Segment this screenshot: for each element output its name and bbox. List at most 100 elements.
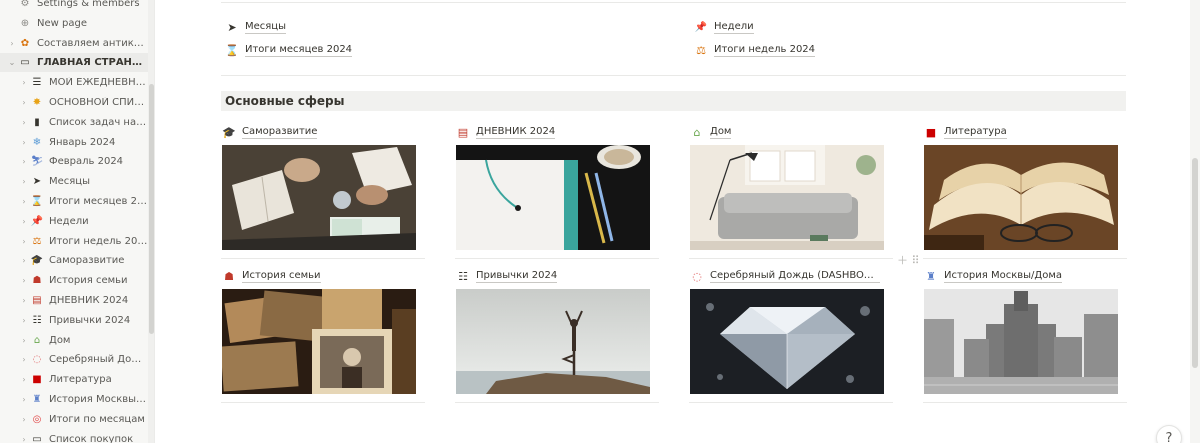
building-icon: ♜: [926, 269, 936, 283]
chevron-right-icon[interactable]: ›: [18, 197, 30, 206]
sidebar-item[interactable]: › ⌂ Дом: [0, 331, 148, 350]
chevron-right-icon[interactable]: ›: [18, 415, 30, 424]
family-icon: ☗: [32, 275, 42, 287]
chevron-right-icon[interactable]: ›: [18, 217, 30, 226]
card-silver-rain-dashboard[interactable]: ◌ Серебряный Дождь (DASHBOA…: [690, 267, 885, 394]
chevron-right-icon[interactable]: ›: [18, 296, 30, 305]
sidebar-item[interactable]: › ❄ Январь 2024: [0, 133, 148, 152]
card-family-history[interactable]: ☗ История семьи: [222, 267, 417, 394]
add-drag-handle[interactable]: ＋ ⠿: [897, 252, 920, 268]
sidebar-item[interactable]: › 📌 Недели: [0, 212, 148, 231]
sidebar-item[interactable]: › ▭ Список покупок: [0, 430, 148, 443]
card-cover-image[interactable]: [222, 289, 416, 394]
chevron-right-icon[interactable]: ›: [18, 276, 30, 285]
chevron-right-icon[interactable]: ›: [18, 316, 30, 325]
sidebar-item-label: Список задач на …: [49, 116, 148, 128]
sidebar-item[interactable]: ⌄ ▭ ГЛАВНАЯ СТРАНИ…: [0, 53, 148, 73]
sidebar-item[interactable]: › ◎ Итоги по месяцам: [0, 410, 148, 429]
card-moscow-history[interactable]: ♜ История Москвы/Дома: [924, 267, 1119, 394]
chevron-right-icon[interactable]: ›: [18, 375, 30, 384]
card-habits-2024[interactable]: ☷ Привычки 2024: [456, 267, 651, 394]
scales-icon: ⚖: [696, 44, 706, 57]
send-arrow-icon: ➤: [227, 21, 237, 34]
sidebar-item[interactable]: › ☰ МОЙ ЕЖЕДНЕВН…: [0, 73, 148, 92]
card-cover-image[interactable]: [924, 145, 1118, 250]
graduation-cap-icon: 🎓: [30, 255, 44, 267]
sidebar-item[interactable]: ⚙ Settings & members: [0, 0, 148, 13]
chevron-right-icon[interactable]: ›: [18, 177, 30, 186]
red-book-icon: ■: [32, 374, 42, 386]
chevron-right-icon[interactable]: ›: [18, 237, 30, 246]
chevron-right-icon[interactable]: ›: [18, 138, 30, 147]
sidebar-item[interactable]: › ■ Литература: [0, 370, 148, 389]
sidebar-item[interactable]: › ✿ Составляем антикр…: [0, 34, 148, 53]
card-cover-image[interactable]: [222, 145, 416, 250]
link-weeks[interactable]: 📌 Недели: [694, 21, 754, 34]
card-title[interactable]: ▤ ДНЕВНИК 2024: [456, 123, 651, 141]
card-title[interactable]: ☷ Привычки 2024: [456, 267, 651, 285]
sidebar-item[interactable]: › ✸ ОСНОВНОЙ СПИ…: [0, 93, 148, 112]
sidebar-item-label: ОСНОВНОЙ СПИ…: [49, 97, 145, 108]
card-title-label: Саморазвитие: [242, 125, 318, 139]
chevron-right-icon[interactable]: ›: [18, 435, 30, 443]
sidebar-item[interactable]: › ▮ Список задач на …: [0, 113, 148, 132]
sidebar-item[interactable]: › ⚖ Итоги недель 2024: [0, 232, 148, 251]
chevron-right-icon[interactable]: ›: [18, 78, 30, 87]
speech-bubble-icon: ◌: [32, 354, 42, 366]
chevron-right-icon[interactable]: ›: [18, 256, 30, 265]
chevron-right-icon[interactable]: ›: [18, 118, 30, 127]
sidebar-item[interactable]: › ⛷ Февраль 2024: [0, 152, 148, 171]
card-title-label: История Москвы/Дома: [944, 269, 1063, 283]
card-title[interactable]: ☗ История семьи: [222, 267, 417, 285]
card-title-label: Литература: [944, 125, 1007, 139]
card-title[interactable]: 🎓 Саморазвитие: [222, 123, 417, 141]
sidebar-item[interactable]: › ◌ Серебряный До…: [0, 350, 148, 369]
link-label: Месяцы: [245, 21, 286, 34]
sidebar-item[interactable]: › ▤ ДНЕВНИК 2024: [0, 291, 148, 310]
sidebar-item-label: Settings & members: [37, 0, 140, 9]
card-self-development[interactable]: 🎓 Саморазвитие: [222, 123, 417, 250]
sidebar-item[interactable]: ⊕ New page: [0, 14, 148, 33]
chevron-right-icon[interactable]: ›: [18, 98, 30, 107]
family-icon: ☗: [224, 269, 234, 283]
link-week-results[interactable]: ⚖ Итоги недель 2024: [694, 44, 816, 57]
card-title-label: Серебряный Дождь (DASHBOA…: [710, 269, 880, 283]
link-months[interactable]: ➤ Месяцы: [225, 21, 286, 34]
chevron-right-icon[interactable]: ›: [18, 395, 30, 404]
card-title[interactable]: ■ Литература: [924, 123, 1119, 141]
chevron-right-icon[interactable]: ›: [18, 355, 30, 364]
main-scrollbar-thumb[interactable]: [1192, 158, 1198, 368]
card-divider: [221, 402, 425, 403]
sidebar-item[interactable]: › ☷ Привычки 2024: [0, 311, 148, 330]
sidebar-item[interactable]: › ☗ История семьи: [0, 271, 148, 290]
list-icon: ☷: [32, 314, 42, 326]
chevron-right-icon[interactable]: ›: [6, 39, 18, 48]
chevron-right-icon[interactable]: ›: [18, 336, 30, 345]
card-diary-2024[interactable]: ▤ ДНЕВНИК 2024: [456, 123, 651, 250]
divider-top: [221, 2, 1126, 3]
link-month-results[interactable]: ⌛ Итоги месяцев 2024: [225, 44, 353, 57]
chevron-down-icon[interactable]: ⌄: [6, 58, 18, 67]
chevron-right-icon[interactable]: ›: [18, 157, 30, 166]
sidebar-scrollbar-thumb[interactable]: [149, 84, 154, 334]
sidebar-item[interactable]: › ➤ Месяцы: [0, 172, 148, 191]
red-book-icon: ■: [925, 125, 937, 139]
card-cover-image[interactable]: [924, 289, 1118, 394]
sidebar-item[interactable]: › ⌛ Итоги месяцев 2…: [0, 192, 148, 211]
card-title[interactable]: ⌂ Дом: [690, 123, 885, 141]
sidebar-item[interactable]: › 🎓 Саморазвитие: [0, 251, 148, 270]
card-literature[interactable]: ■ Литература: [924, 123, 1119, 250]
card-title-label: Дом: [710, 125, 732, 139]
card-title[interactable]: ♜ История Москвы/Дома: [924, 267, 1119, 285]
sidebar-item[interactable]: › ♜ История Москвы…: [0, 390, 148, 409]
card-cover-image[interactable]: [456, 289, 650, 394]
card-cover-image[interactable]: [690, 145, 884, 250]
laptop-icon: ▭: [20, 57, 30, 69]
card-home[interactable]: ⌂ Дом: [690, 123, 885, 250]
card-divider: [689, 402, 893, 403]
hourglass-icon: ⌛: [30, 196, 44, 207]
card-cover-image[interactable]: [456, 145, 650, 250]
card-title[interactable]: ◌ Серебряный Дождь (DASHBOA…: [690, 267, 885, 285]
card-cover-image[interactable]: [690, 289, 884, 394]
plus-circle-icon: ⊕: [20, 17, 30, 29]
